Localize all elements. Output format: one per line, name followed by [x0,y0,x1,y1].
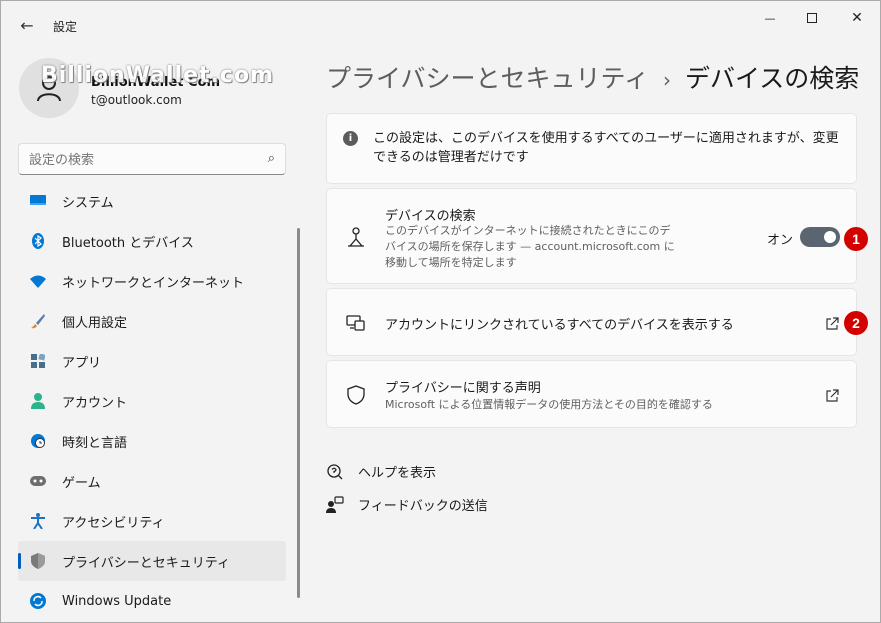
title-bar: ← 設定 — ✕ [1,1,880,45]
accessibility-icon [30,513,46,529]
toggle-state-label: オン [767,233,794,248]
open-external-icon[interactable] [825,316,839,330]
sidebar-item-time-language[interactable]: 時刻と言語 [18,421,286,461]
gamepad-icon [30,473,46,489]
sidebar-item-label: ネットワークとインターネット [62,275,245,291]
sidebar-scrollbar[interactable] [297,228,300,598]
info-icon: i [343,131,358,146]
chevron-right-icon: › [663,68,672,92]
toggle-knob [824,231,836,243]
open-external-icon[interactable] [825,388,839,402]
get-help-label: ヘルプを表示 [358,466,437,481]
sidebar-item-accessibility[interactable]: アクセシビリティ [18,501,286,541]
devices-icon [345,312,367,334]
find-device-card: デバイスの検索 このデバイスがインターネットに接続されたときにこのデバイスの場所… [326,188,857,284]
settings-window: ← 設定 — ✕ BillionWallet Com t@outlook.com… [0,0,881,623]
brush-icon [30,313,46,329]
locate-person-icon [345,226,367,248]
sidebar-item-system[interactable]: システム [18,181,286,221]
sidebar-item-accounts[interactable]: アカウント [18,381,286,421]
sidebar-item-label: ゲーム [62,475,101,491]
sidebar-item-personalization[interactable]: 個人用設定 [18,301,286,341]
app-title: 設定 [53,20,78,34]
sidebar-item-label: 個人用設定 [62,315,128,331]
bluetooth-icon [30,233,46,249]
sidebar-item-label: システム [62,195,114,211]
sidebar-item-label: 時刻と言語 [62,435,128,451]
sidebar-item-label: アクセシビリティ [62,515,165,531]
sidebar-item-label: アカウント [62,395,128,411]
send-feedback-link[interactable]: フィードバックの送信 [326,495,488,514]
privacy-statement-card[interactable]: プライバシーに関する声明 Microsoft による位置情報データの使用方法とそ… [326,360,857,428]
feedback-icon [326,495,344,514]
back-button[interactable]: ← [13,11,41,39]
sidebar-item-bluetooth[interactable]: Bluetooth とデバイス [18,221,286,261]
search-box[interactable]: ⌕ [18,143,286,175]
callout-badge-2: 2 [844,311,868,335]
apps-icon [30,353,46,369]
linked-devices-title: アカウントにリンクされているすべてのデバイスを表示する [385,318,734,333]
info-card: i この設定は、このデバイスを使用するすべてのユーザーに適用されますが、変更でき… [326,113,857,184]
search-input[interactable] [29,150,254,170]
close-icon: ✕ [851,10,863,26]
breadcrumb: プライバシーとセキュリティ › デバイスの検索 [326,59,859,95]
shield-icon [30,553,46,569]
clock-globe-icon [30,433,46,449]
shield-outline-icon [345,384,367,406]
linked-devices-card[interactable]: アカウントにリンクされているすべてのデバイスを表示する [326,288,857,356]
sidebar-item-network[interactable]: ネットワークとインターネット [18,261,286,301]
sidebar-item-label: プライバシーとセキュリティ [62,555,230,571]
sidebar-item-label: Windows Update [62,593,172,609]
close-button[interactable]: ✕ [834,1,880,35]
maximize-button[interactable] [789,1,835,35]
privacy-statement-title: プライバシーに関する声明 [385,381,541,396]
monitor-icon [30,193,46,209]
sidebar-item-windows-update[interactable]: Windows Update [18,581,286,621]
find-device-description: このデバイスがインターネットに接続されたときにこのデバイスの場所を保存します —… [385,224,675,269]
minimize-button[interactable]: — [747,1,793,35]
find-device-title: デバイスの検索 [385,209,476,224]
sidebar-nav: システム Bluetooth とデバイス ネットワークとインターネット 個人用設… [18,181,286,621]
person-icon [30,393,46,409]
search-icon[interactable]: ⌕ [268,151,275,166]
sidebar-item-gaming[interactable]: ゲーム [18,461,286,501]
sidebar-item-apps[interactable]: アプリ [18,341,286,381]
minimize-icon: — [764,11,776,25]
breadcrumb-parent[interactable]: プライバシーとセキュリティ [326,64,649,93]
privacy-statement-description: Microsoft による位置情報データの使用方法とその目的を確認する [385,398,713,411]
callout-badge-1: 1 [844,227,868,251]
watermark: BillionWallet.com [41,63,274,88]
send-feedback-label: フィードバックの送信 [358,499,488,514]
get-help-link[interactable]: ヘルプを表示 [326,462,436,481]
maximize-icon [807,13,817,23]
find-device-toggle[interactable] [800,227,840,247]
update-icon [30,593,46,609]
info-text: この設定は、このデバイスを使用するすべてのユーザーに適用されますが、変更できるの… [373,131,839,165]
account-email: t@outlook.com [91,93,182,107]
page-title: デバイスの検索 [685,64,860,93]
sidebar-item-label: アプリ [62,355,102,371]
help-chat-icon [326,463,344,481]
wifi-icon [30,273,46,289]
sidebar-item-privacy-security[interactable]: プライバシーとセキュリティ [18,541,286,581]
arrow-left-icon: ← [20,15,34,35]
sidebar-item-label: Bluetooth とデバイス [62,235,194,251]
